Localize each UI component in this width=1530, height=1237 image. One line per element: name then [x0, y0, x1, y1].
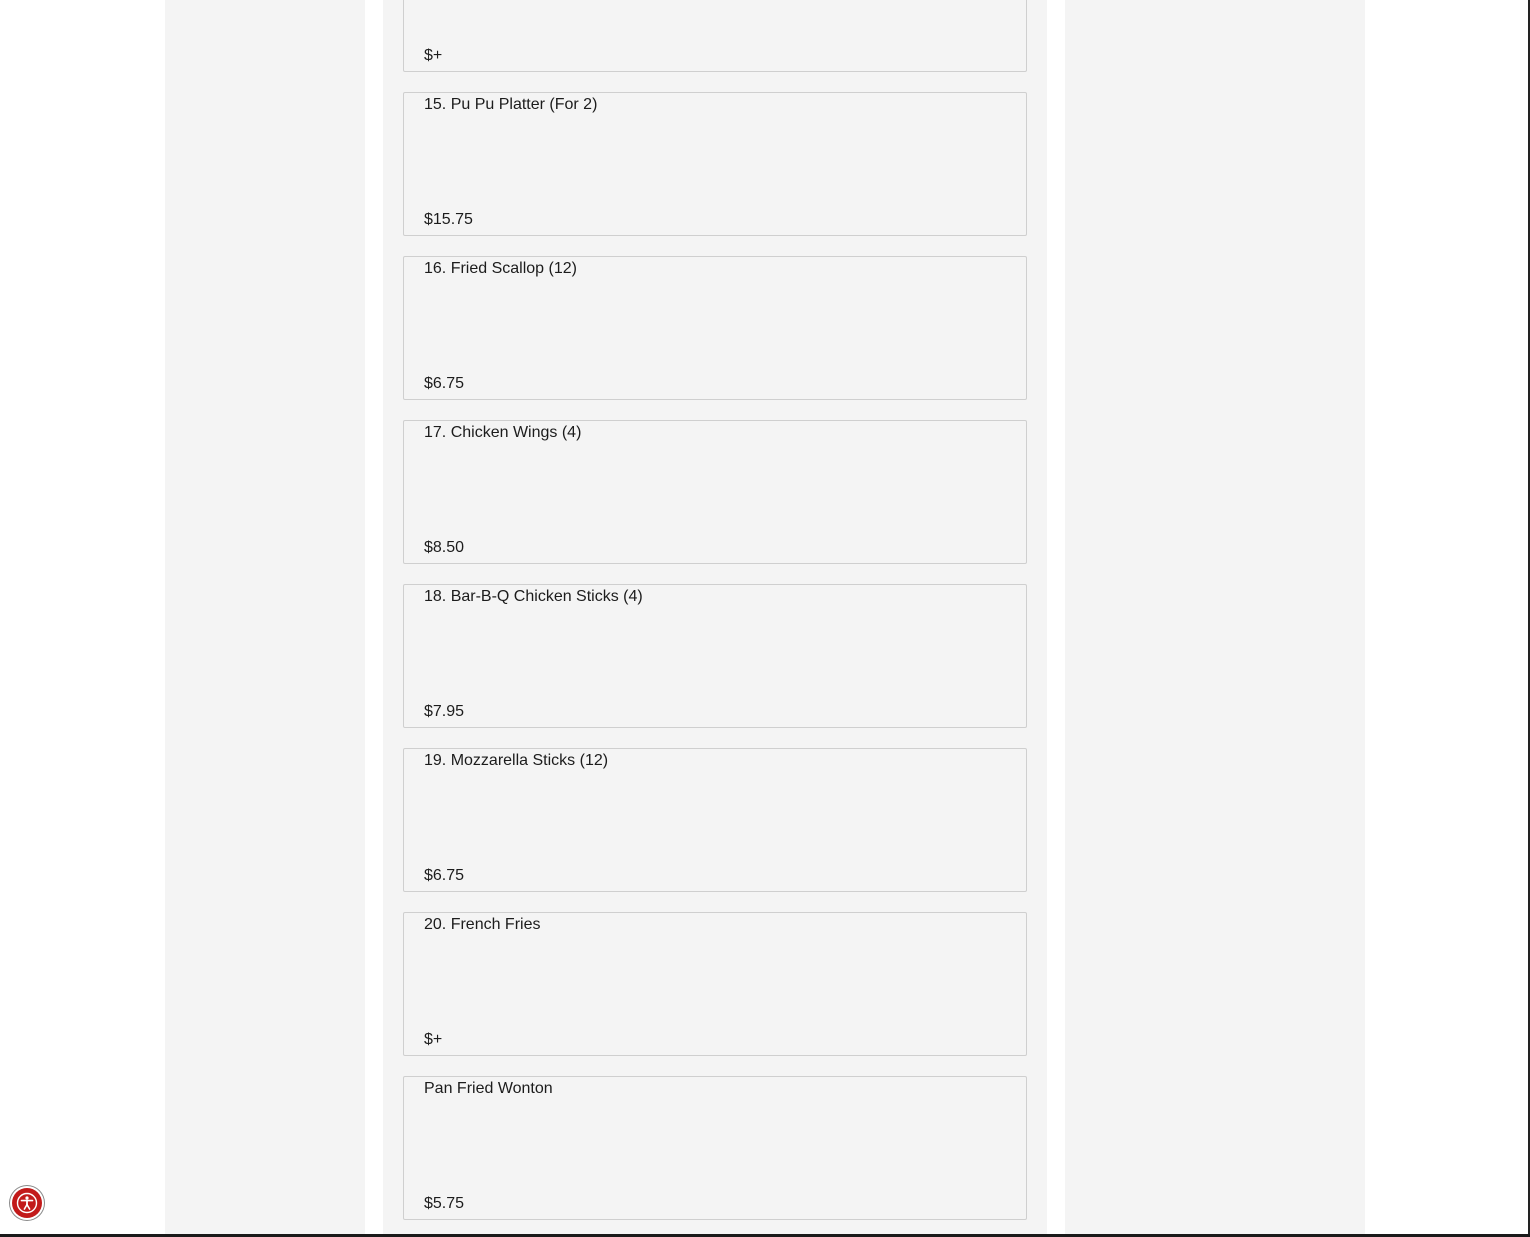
menu-item-name: 19. Mozzarella Sticks (12) — [424, 752, 609, 769]
menu-item[interactable]: 20. French Fries $+ — [403, 912, 1027, 1056]
menu-item[interactable]: 19. Mozzarella Sticks (12) $6.75 — [403, 748, 1027, 892]
accessibility-icon — [16, 1192, 38, 1214]
menu-item[interactable]: 18. Bar-B-Q Chicken Sticks (4) $7.95 — [403, 584, 1027, 728]
menu-item-price: $6.75 — [424, 375, 465, 392]
menu-item-price: $7.95 — [424, 703, 465, 720]
left-column — [165, 0, 365, 1237]
menu-item-name: Pan Fried Wonton — [424, 1080, 553, 1097]
menu-item-name: 15. Pu Pu Platter (For 2) — [424, 96, 598, 113]
menu-item-name: 20. French Fries — [424, 916, 541, 933]
menu-item-price: $15.75 — [424, 211, 473, 228]
menu-item-name: 18. Bar-B-Q Chicken Sticks (4) — [424, 588, 643, 605]
menu-item[interactable]: 17. Chicken Wings (4) $8.50 — [403, 420, 1027, 564]
menu-item-price: $8.50 — [424, 539, 465, 556]
menu-item-name: 17. Chicken Wings (4) — [424, 424, 582, 441]
menu-item-price: $5.75 — [424, 1195, 465, 1212]
menu-item[interactable]: $+ — [403, 0, 1027, 72]
page: $+ 15. Pu Pu Platter (For 2) $15.75 16. … — [0, 0, 1530, 1237]
right-column — [1065, 0, 1365, 1237]
menu-item-price: $+ — [424, 47, 443, 64]
menu-item[interactable]: 16. Fried Scallop (12) $6.75 — [403, 256, 1027, 400]
menu-item-name: 16. Fried Scallop (12) — [424, 260, 577, 277]
accessibility-button[interactable] — [12, 1188, 42, 1218]
menu-item[interactable]: Pan Fried Wonton $5.75 — [403, 1076, 1027, 1220]
menu-item-price: $+ — [424, 1031, 443, 1048]
menu-item[interactable]: 15. Pu Pu Platter (For 2) $15.75 — [403, 92, 1027, 236]
menu-item-price: $6.75 — [424, 867, 465, 884]
